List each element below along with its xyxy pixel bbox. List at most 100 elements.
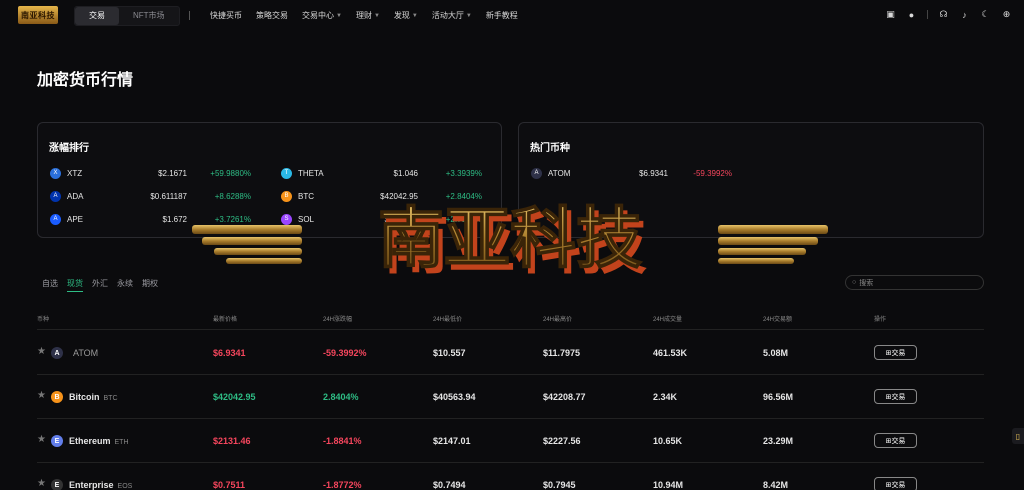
cell-high: $11.7975 — [543, 348, 581, 358]
watermark-text: 南亚科技 — [378, 200, 642, 277]
header-actions: ▣ ● ☊ ♪ ☾ ⊕ — [885, 9, 1012, 20]
chevron-down-icon: ▼ — [336, 12, 342, 19]
market-tab[interactable]: 外汇 — [92, 278, 108, 292]
trade-button[interactable]: ⊞ 交易 — [874, 477, 917, 490]
gainer-row[interactable]: T THETA $1.046 +3.3939% — [281, 167, 482, 179]
market-tab[interactable]: 永续 — [117, 278, 133, 292]
coin-icon: E — [51, 435, 63, 447]
wallet-icon[interactable]: ▣ — [885, 9, 896, 20]
coin-ticker: ETH — [114, 439, 129, 446]
tab-trade[interactable]: 交易 — [75, 7, 119, 25]
nav-item[interactable]: 理财 ▼ — [356, 10, 380, 21]
nav-item[interactable]: 新手教程 — [486, 10, 518, 21]
search-placeholder: 搜索 — [859, 279, 874, 287]
nav-item[interactable]: 活动大厅 ▼ — [432, 10, 472, 21]
nav-item[interactable]: 交易中心 ▼ — [302, 10, 342, 21]
headset-icon[interactable]: ☊ — [938, 9, 949, 20]
coin-name: Bitcoin BTC — [69, 392, 118, 402]
column-header: 24H涨跌幅 — [323, 317, 353, 323]
coin-symbol: THETA — [298, 168, 324, 178]
coin-symbol: APE — [67, 214, 84, 224]
cell-price: $6.9341 — [213, 348, 246, 358]
table-row[interactable]: ★ E Ethereum ETH $2131.46 -1.8841% $2147.01 $22… — [37, 419, 984, 463]
coin-ticker: BTC — [103, 395, 118, 402]
star-icon[interactable]: ★ — [37, 346, 46, 357]
market-tab[interactable]: 期权 — [142, 278, 158, 292]
gainers-title: 涨幅排行 — [49, 143, 89, 154]
cell-high: $0.7945 — [543, 480, 576, 490]
market-tab[interactable]: 自选 — [42, 278, 58, 292]
gainer-row[interactable]: X XTZ $2.1671 +59.9880% — [50, 167, 251, 179]
cell-amount: 5.08M — [763, 348, 789, 358]
trade-button[interactable]: ⊞ 交易 — [874, 389, 917, 404]
coin-ticker: EOS — [117, 483, 133, 490]
table-row[interactable]: ★ A ATOM $6.9341 -59.3992% $10.557 $11.7975 461… — [37, 331, 984, 375]
bell-icon[interactable]: ♪ — [959, 9, 970, 20]
nav-item[interactable]: 发现 ▼ — [394, 10, 418, 21]
table-row[interactable]: ★ E Enterprise EOS $0.7511 -1.8772% $0.7494 $0.… — [37, 463, 984, 490]
cell-vol: 461.53K — [653, 348, 688, 358]
nav-item[interactable]: 快捷买币 — [210, 10, 242, 21]
trade-button[interactable]: ⊞ 交易 — [874, 433, 917, 448]
moon-icon[interactable]: ☾ — [980, 9, 991, 20]
table-row[interactable]: ★ B Bitcoin BTC $42042.95 2.8404% $40563.94 $42… — [37, 375, 984, 419]
cell-change: -1.8772% — [323, 480, 362, 490]
market-tab[interactable]: 现货 — [67, 278, 83, 292]
column-header: 24H交易额 — [763, 317, 793, 323]
nav-item[interactable]: 策略交易 — [256, 10, 288, 21]
star-icon[interactable]: ★ — [37, 478, 46, 489]
coin-name-text: Ethereum — [69, 436, 111, 446]
coin-price: $1.046 — [393, 168, 418, 178]
cell-amount: 8.42M — [763, 480, 789, 490]
coin-name: Enterprise EOS — [69, 480, 132, 490]
cell-change: 2.8404% — [323, 392, 359, 402]
user-icon[interactable]: ● — [906, 9, 917, 20]
coin-symbol: ADA — [67, 191, 84, 201]
header-divider — [927, 10, 928, 19]
nav-item-label: 新手教程 — [485, 11, 518, 20]
cell-high: $2227.56 — [543, 436, 581, 446]
star-icon[interactable]: ★ — [37, 390, 46, 401]
cell-change: -59.3992% — [323, 348, 367, 358]
column-header: 最新价格 — [213, 317, 238, 323]
star-icon[interactable]: ★ — [37, 434, 46, 445]
chevron-down-icon: ▼ — [373, 12, 380, 19]
coin-name-text: Enterprise — [69, 480, 114, 490]
coin-name: Ethereum ETH — [69, 436, 129, 446]
globe-icon[interactable]: ⊕ — [1001, 9, 1012, 20]
tab-nft-market[interactable]: NFT市场 — [119, 7, 179, 25]
cell-low: $40563.94 — [433, 392, 476, 402]
coin-change: -59.3992% — [693, 168, 732, 178]
coin-name: ATOM — [73, 348, 98, 358]
search-input[interactable]: ○ 搜索 — [845, 275, 984, 290]
coin-price: $1.672 — [162, 214, 187, 224]
nav-item-label: 策略交易 — [256, 11, 288, 20]
nav-item-label: 活动大厅 — [431, 11, 464, 20]
logo[interactable]: 南亚科技 — [18, 6, 58, 24]
cell-low: $0.7494 — [433, 480, 466, 490]
hot-coin-row[interactable]: A ATOM $6.9341 -59.3992% — [531, 167, 732, 179]
column-header: 24H成交量 — [653, 317, 683, 323]
top-nav: 南亚科技 交易 NFT市场 快捷买币 策略交易 交易中心 ▼ 理财 ▼ 发现 ▼ 活动大厅 ▼ 新手… — [0, 0, 1024, 31]
cell-amount: 23.29M — [763, 436, 794, 446]
coin-change: +59.9880% — [210, 168, 251, 178]
cell-low: $2147.01 — [433, 436, 471, 446]
chevron-down-icon: ▼ — [465, 12, 472, 19]
trade-button[interactable]: ⊞ 交易 — [874, 345, 917, 360]
coin-icon: A — [51, 347, 63, 359]
column-header: 币种 — [37, 317, 50, 323]
cell-price: $0.7511 — [213, 480, 246, 490]
coin-icon: E — [51, 479, 63, 490]
cell-amount: 96.56M — [763, 392, 794, 402]
nav-divider — [189, 11, 190, 20]
nav-item-label: 发现 — [393, 11, 410, 20]
cell-high: $42208.77 — [543, 392, 586, 402]
column-header: 24H最高价 — [543, 317, 573, 323]
column-header: 操作 — [874, 317, 887, 323]
coin-price: $0.611187 — [150, 191, 187, 201]
coin-symbol: XTZ — [67, 168, 83, 178]
cell-vol: 10.94M — [653, 480, 684, 490]
coin-change: +3.3939% — [445, 168, 482, 178]
help-icon[interactable]: ▯ — [1012, 428, 1024, 444]
nav-item-label: 快捷买币 — [210, 11, 242, 20]
